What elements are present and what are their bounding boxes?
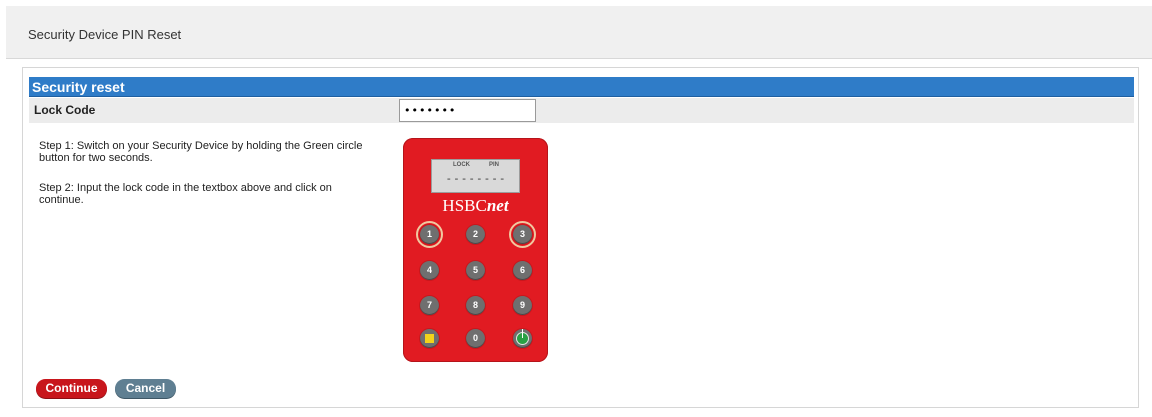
brand-main: HSBC	[442, 196, 487, 215]
device-key-0: 0	[466, 329, 485, 348]
lock-code-input[interactable]	[399, 99, 536, 122]
lcd-lock-label: LOCK	[453, 162, 470, 168]
device-key-7: 7	[420, 296, 439, 315]
yellow-square-icon	[425, 334, 434, 343]
device-stop-key	[420, 329, 439, 348]
brand-suffix: net	[486, 196, 509, 215]
lock-code-row: Lock Code	[29, 98, 1134, 123]
cancel-button[interactable]: Cancel	[115, 379, 176, 398]
device-key-1: 1	[416, 221, 443, 248]
device-key-5: 5	[466, 261, 485, 280]
hsbcnet-logo: HSBCnet	[403, 196, 548, 216]
lcd-pin-label: PIN	[489, 162, 500, 168]
instructions: Step 1: Switch on your Security Device b…	[39, 140, 374, 224]
top-bar: Security Device PIN Reset	[6, 6, 1152, 59]
step-2-text: Step 2: Input the lock code in the textb…	[39, 182, 332, 206]
device-key-3: 3	[509, 221, 536, 248]
page-title: Security Device PIN Reset	[28, 27, 182, 42]
lcd-dashes: --------	[445, 172, 507, 185]
continue-button[interactable]: Continue	[36, 379, 107, 398]
device-lcd: LOCK PIN --------	[431, 159, 520, 193]
device-key-9: 9	[513, 296, 532, 315]
device-key-6: 6	[513, 261, 532, 280]
security-reset-panel: Security reset Lock Code Step 1: Switch …	[22, 67, 1139, 408]
security-device-image: LOCK PIN -------- HSBCnet 1 2 3 4 5 6 7 …	[403, 138, 548, 362]
lock-code-label: Lock Code	[34, 103, 96, 117]
device-key-8: 8	[466, 296, 485, 315]
device-power-key	[513, 329, 532, 348]
device-key-2: 2	[466, 225, 485, 244]
power-line-icon	[522, 329, 523, 338]
device-key-4: 4	[420, 261, 439, 280]
step-1-text: Step 1: Switch on your Security Device b…	[39, 140, 363, 164]
section-header: Security reset	[29, 77, 1134, 97]
panel-inner: Security reset Lock Code Step 1: Switch …	[29, 77, 1134, 402]
